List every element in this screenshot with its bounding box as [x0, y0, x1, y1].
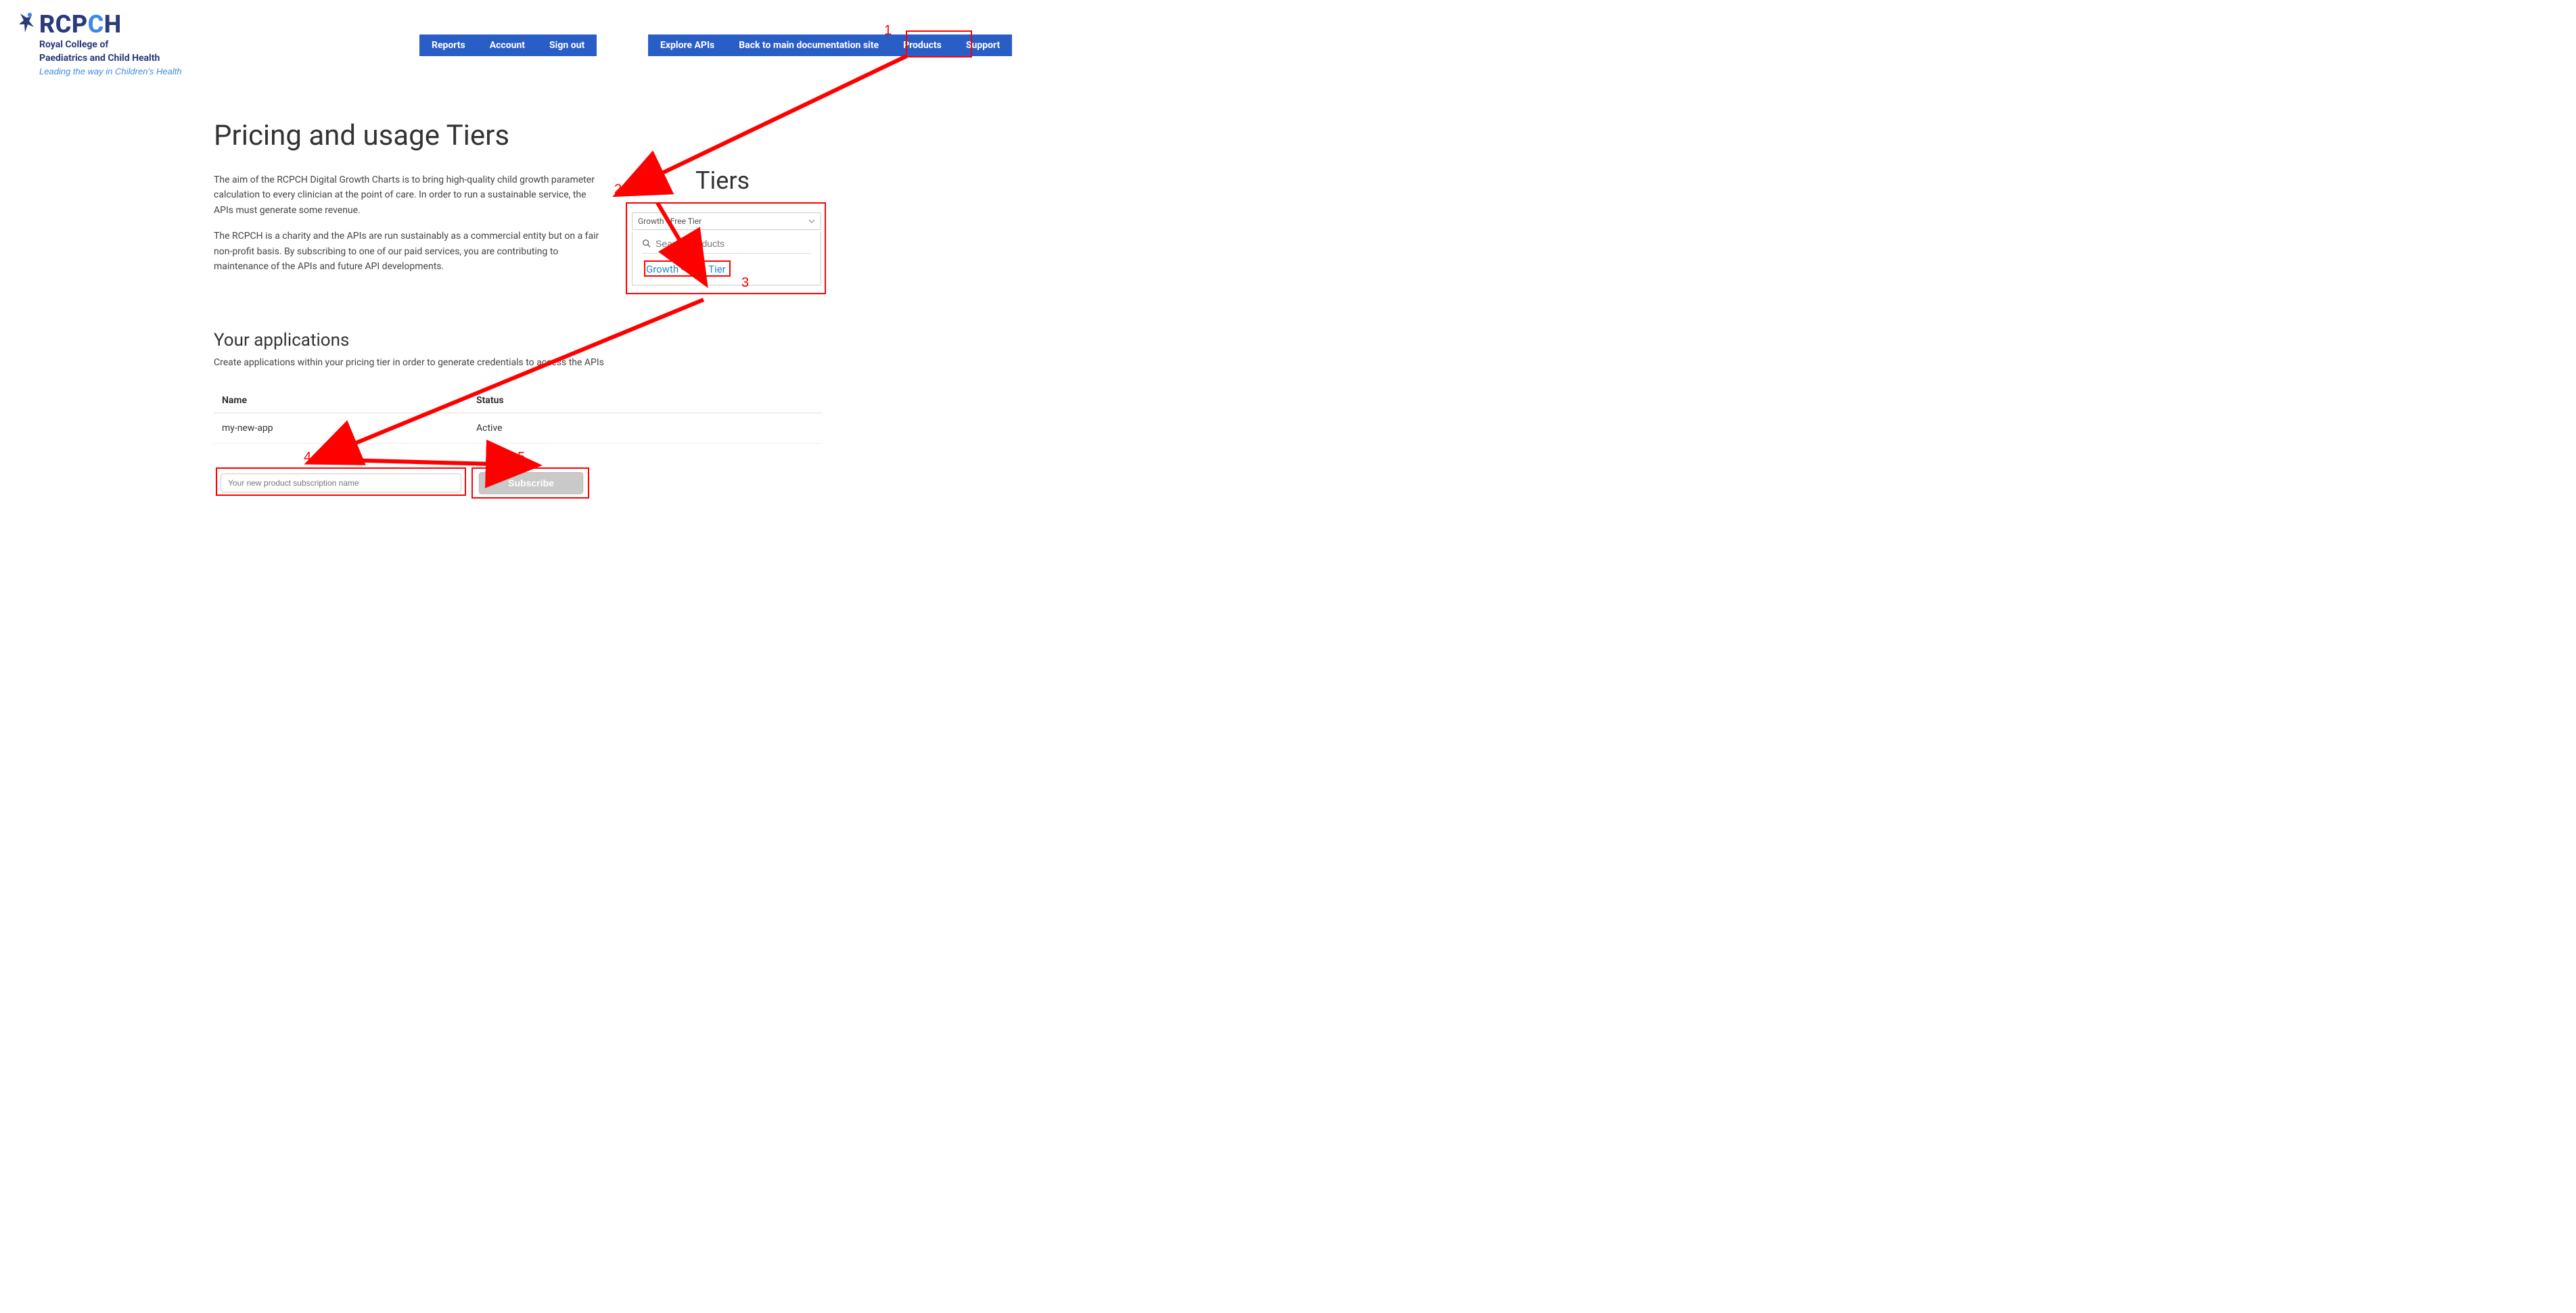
- intro-paragraph-2: The RCPCH is a charity and the APIs are …: [214, 229, 606, 274]
- annotation-label-4: 4: [304, 450, 311, 465]
- app-name-cell: my-new-app: [222, 423, 476, 434]
- nav-support[interactable]: Support: [954, 34, 1012, 56]
- app-status-cell: Active: [476, 423, 814, 434]
- column-header-name: Name: [222, 395, 476, 406]
- chevron-down-icon: [808, 218, 815, 225]
- tier-selected-value: Growth - Free Tier: [638, 216, 702, 226]
- tier-option-growth-free[interactable]: Growth - Free Tier: [646, 263, 811, 275]
- nav-reports[interactable]: Reports: [419, 34, 478, 56]
- page-title: Pricing and usage Tiers: [214, 119, 823, 152]
- tier-dropdown: Growth - Free Tier: [632, 231, 821, 285]
- logo-subtitle-1: Royal College of: [39, 39, 182, 50]
- search-icon: [642, 239, 651, 248]
- table-row: my-new-app Active: [214, 413, 823, 444]
- tier-select[interactable]: Growth - Free Tier: [632, 212, 821, 230]
- rcpch-star-icon: [18, 12, 35, 34]
- tiers-heading: Tiers: [695, 166, 750, 195]
- applications-subtitle: Create applications within your pricing …: [214, 357, 823, 368]
- intro-paragraph-1: The aim of the RCPCH Digital Growth Char…: [214, 172, 606, 218]
- logo-brand-text: RCPCH: [39, 12, 122, 37]
- annotation-label-5: 5: [518, 450, 525, 465]
- logo-subtitle-2: Paediatrics and Child Health: [39, 53, 182, 64]
- site-nav: Explore APIs Back to main documentation …: [648, 34, 1012, 56]
- subscription-name-input[interactable]: [221, 474, 461, 492]
- nav-account[interactable]: Account: [478, 34, 537, 56]
- column-header-status: Status: [476, 395, 814, 406]
- applications-table: Name Status my-new-app Active: [214, 388, 823, 444]
- applications-heading: Your applications: [214, 330, 823, 350]
- tier-search-input[interactable]: [656, 238, 811, 249]
- user-nav: Reports Account Sign out: [419, 34, 597, 56]
- logo-tagline: Leading the way in Children's Health: [39, 66, 182, 76]
- nav-products[interactable]: Products: [891, 34, 954, 56]
- rcpch-logo: RCPCH Royal College of Paediatrics and C…: [18, 12, 182, 76]
- subscribe-button[interactable]: Subscribe: [479, 472, 583, 494]
- nav-signout[interactable]: Sign out: [537, 34, 597, 56]
- nav-back-docs[interactable]: Back to main documentation site: [727, 34, 891, 56]
- nav-explore-apis[interactable]: Explore APIs: [648, 34, 727, 56]
